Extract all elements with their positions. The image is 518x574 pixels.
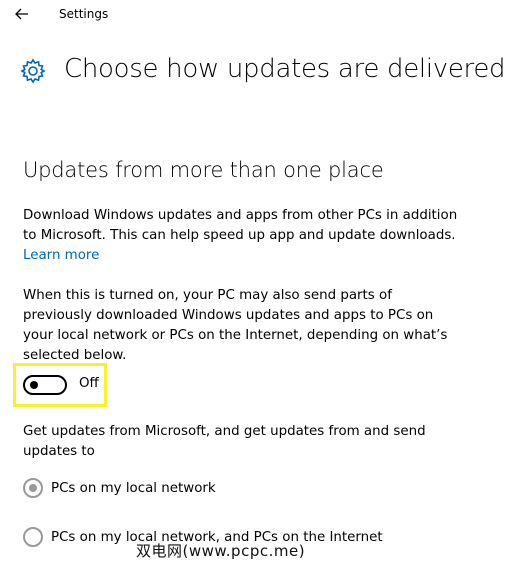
window-title: Settings	[59, 7, 109, 21]
description-text: Download Windows updates and apps from o…	[23, 208, 458, 243]
radio-local-network[interactable]: PCs on my local network	[23, 478, 216, 498]
radio-button-selected[interactable]	[23, 478, 43, 498]
back-arrow-icon	[15, 8, 28, 20]
back-button[interactable]	[10, 3, 34, 25]
learn-more-link[interactable]: Learn more	[23, 246, 99, 266]
watermark: 双电网(www.pcpc.me)	[136, 542, 306, 560]
radio-button[interactable]	[23, 527, 43, 547]
page-title: Choose how updates are delivered	[64, 54, 506, 84]
gear-icon	[20, 58, 46, 84]
toggle-state-label: Off	[79, 376, 99, 391]
radio-dot	[29, 484, 37, 492]
source-prompt-text: Get updates from Microsoft, and get upda…	[23, 424, 426, 459]
info-text: When this is turned on, your PC may also…	[23, 288, 448, 363]
updates-toggle-switch[interactable]	[23, 375, 67, 395]
toggle-knob	[30, 381, 38, 389]
section-heading: Updates from more than one place	[23, 158, 384, 182]
radio-label-local: PCs on my local network	[51, 480, 216, 496]
title-bar: Settings	[0, 0, 518, 28]
